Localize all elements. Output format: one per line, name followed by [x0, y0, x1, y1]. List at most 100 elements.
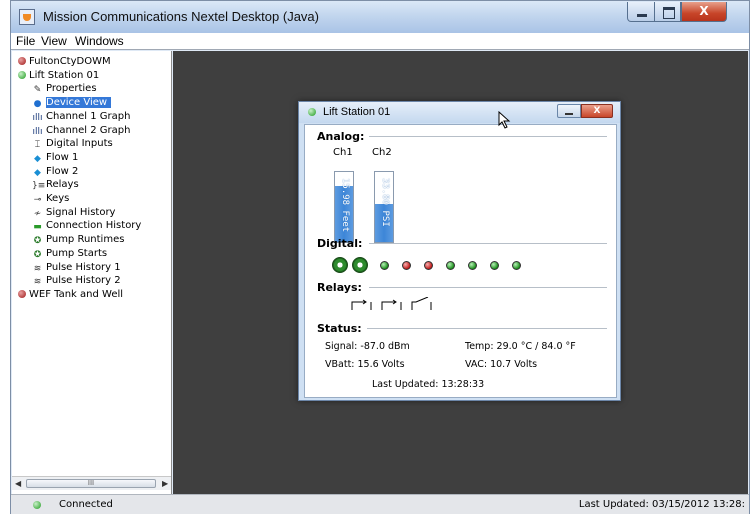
tree-item-keys[interactable]: ⊸ Keys [32, 192, 70, 205]
connection-status: Connected [59, 499, 113, 510]
tree-item-label: Signal History [46, 206, 116, 218]
relay-icon: }≡ [32, 181, 46, 192]
status-green-icon [308, 108, 316, 116]
tree-item-pump-runtimes[interactable]: ✪ Pump Runtimes [32, 233, 125, 247]
tree-item-pulse-history-2[interactable]: ≋ Pulse History 2 [32, 274, 121, 287]
tree-item-device-view[interactable]: ● Device View [32, 96, 112, 109]
status-green-icon [18, 70, 26, 79]
close-button[interactable]: X [681, 2, 727, 22]
tree-item-flow-2[interactable]: ◆ Flow 2 [32, 165, 78, 178]
ch1-label: Ch1 [333, 147, 353, 158]
digital-divider [369, 243, 607, 244]
signal-icon: ≁ [33, 208, 42, 219]
tree-item-label: Relays [46, 179, 79, 191]
pump-1-icon [332, 257, 348, 273]
menu-windows[interactable]: Windows [75, 34, 124, 48]
tree-item-label: Lift Station 01 [29, 69, 100, 81]
maximize-button[interactable] [654, 2, 681, 22]
tree-item-label: Connection History [46, 220, 142, 232]
status-red-icon [18, 289, 26, 298]
device-last-updated: Last Updated: 13:28:33 [372, 379, 485, 390]
horizontal-scrollbar[interactable]: ◀ III ▶ [12, 476, 171, 490]
tree-item-digital-inputs[interactable]: ⌶ Digital Inputs [32, 137, 113, 150]
pump-icon: ✪ [33, 249, 42, 260]
tree-item-label: Channel 1 Graph [46, 110, 131, 122]
device-window-titlebar[interactable]: Lift Station 01 X [299, 102, 620, 123]
scroll-thumb[interactable]: III [26, 479, 156, 488]
digital-input-4-green-icon [446, 261, 455, 270]
vbatt-value: VBatt: 15.6 Volts [325, 359, 405, 370]
tree-item-label: FultonCtyDOWM [29, 56, 111, 67]
tree-item-pump-starts[interactable]: ✪ Pump Starts [32, 247, 107, 260]
pulse-icon: ≋ [33, 277, 42, 288]
digital-input-2-red-icon [402, 261, 411, 270]
tree-item-label: Flow 2 [46, 165, 79, 177]
device-window-close-button[interactable]: X [581, 104, 613, 118]
signal-value: Signal: -87.0 dBm [325, 341, 410, 352]
status-divider [367, 328, 607, 329]
tree-item-fultonctydowm[interactable]: FultonCtyDOWM [18, 55, 111, 68]
relay-1-open-icon [351, 299, 372, 310]
pump-2-icon [352, 257, 368, 273]
scroll-left-icon[interactable]: ◀ [15, 479, 21, 488]
status-last-updated: Last Updated: 03/15/2012 13:28: [578, 499, 745, 510]
status-heading: Status: [317, 322, 362, 335]
tree-item-label: Digital Inputs [46, 138, 113, 150]
key-icon: ⊸ [33, 195, 42, 205]
relays-divider [369, 287, 607, 288]
menu-view[interactable]: View [41, 34, 67, 48]
tree-item-label: WEF Tank and Well [29, 288, 124, 300]
digital-input-7-green-icon [512, 261, 521, 270]
flow-icon: ◆ [34, 167, 41, 178]
device-tree: FultonCtyDOWM Lift Station 01 ✎ Properties ●… [12, 51, 172, 494]
device-window-body: Analog: Ch1 Ch2 15.98 Feet 33.80 PSI Dig… [304, 124, 617, 398]
digital-input-6-green-icon [490, 261, 499, 270]
digital-input-1-green-icon [380, 261, 389, 270]
tree-item-pulse-history-1[interactable]: ≋ Pulse History 1 [32, 261, 121, 274]
vac-value: VAC: 10.7 Volts [465, 359, 538, 370]
main-window: Mission Communications Nextel Desktop (J… [10, 0, 750, 514]
tree-item-label: Pulse History 1 [46, 261, 121, 273]
relays-heading: Relays: [317, 281, 362, 294]
desktop-pane: Lift Station 01 X Analog: Ch1 Ch2 15.98 … [173, 51, 748, 494]
tree-item-relays[interactable]: }≡Relays [32, 178, 79, 191]
ch2-label: Ch2 [372, 147, 392, 158]
ch1-reading: 15.98 Feet [340, 178, 350, 233]
scroll-right-icon[interactable]: ▶ [162, 479, 168, 488]
tree-item-label: Channel 2 Graph [46, 124, 131, 136]
digital-heading: Digital: [317, 237, 363, 250]
menu-file[interactable]: File [16, 34, 35, 48]
tree-item-label: Pump Starts [46, 247, 108, 259]
relay-2-open-icon [381, 299, 402, 310]
tree-item-channel-2-graph[interactable]: ıllı Channel 2 Graph [32, 124, 130, 137]
minimize-button[interactable] [627, 2, 655, 22]
bar-graph-icon: ıllı [32, 126, 43, 137]
tree-item-connection-history[interactable]: ▬ Connection History [32, 219, 141, 232]
bar-graph-icon: ıllı [32, 112, 43, 123]
tree-item-lift-station-01[interactable]: Lift Station 01 [18, 69, 99, 82]
digital-icon: ⌶ [34, 140, 41, 151]
tree-item-label: Properties [46, 83, 97, 95]
device-window-minimize-button[interactable] [557, 104, 581, 118]
tree-item-signal-history[interactable]: ≁ Signal History [32, 206, 116, 219]
tree-item-label: Device View [46, 97, 112, 109]
device-window-title: Lift Station 01 [323, 106, 391, 118]
tree-item-channel-1-graph[interactable]: ıllı Channel 1 Graph [32, 110, 130, 123]
tree-item-flow-1[interactable]: ◆ Flow 1 [32, 151, 78, 164]
tree-item-label: Keys [46, 193, 70, 204]
tree-item-properties[interactable]: ✎ Properties [32, 82, 97, 95]
properties-icon: ✎ [33, 85, 42, 96]
tree-item-label: Flow 1 [46, 151, 79, 163]
tree-item-label: Pump Runtimes [46, 234, 125, 246]
ch2-reading: 33.80 PSI [380, 178, 390, 227]
title-bar[interactable]: Mission Communications Nextel Desktop (J… [11, 1, 749, 33]
pump-icon: ✪ [33, 236, 42, 247]
analog-divider [369, 136, 607, 137]
java-app-icon [19, 9, 35, 25]
tree-item-label: Pulse History 2 [46, 275, 121, 287]
window-title: Mission Communications Nextel Desktop (J… [43, 9, 319, 24]
device-view-window: Lift Station 01 X Analog: Ch1 Ch2 15.98 … [298, 101, 621, 401]
connection-icon: ▬ [33, 222, 42, 233]
tree-item-wef-tank-and-well[interactable]: WEF Tank and Well [18, 288, 123, 301]
temp-value: Temp: 29.0 °C / 84.0 °F [465, 341, 576, 352]
